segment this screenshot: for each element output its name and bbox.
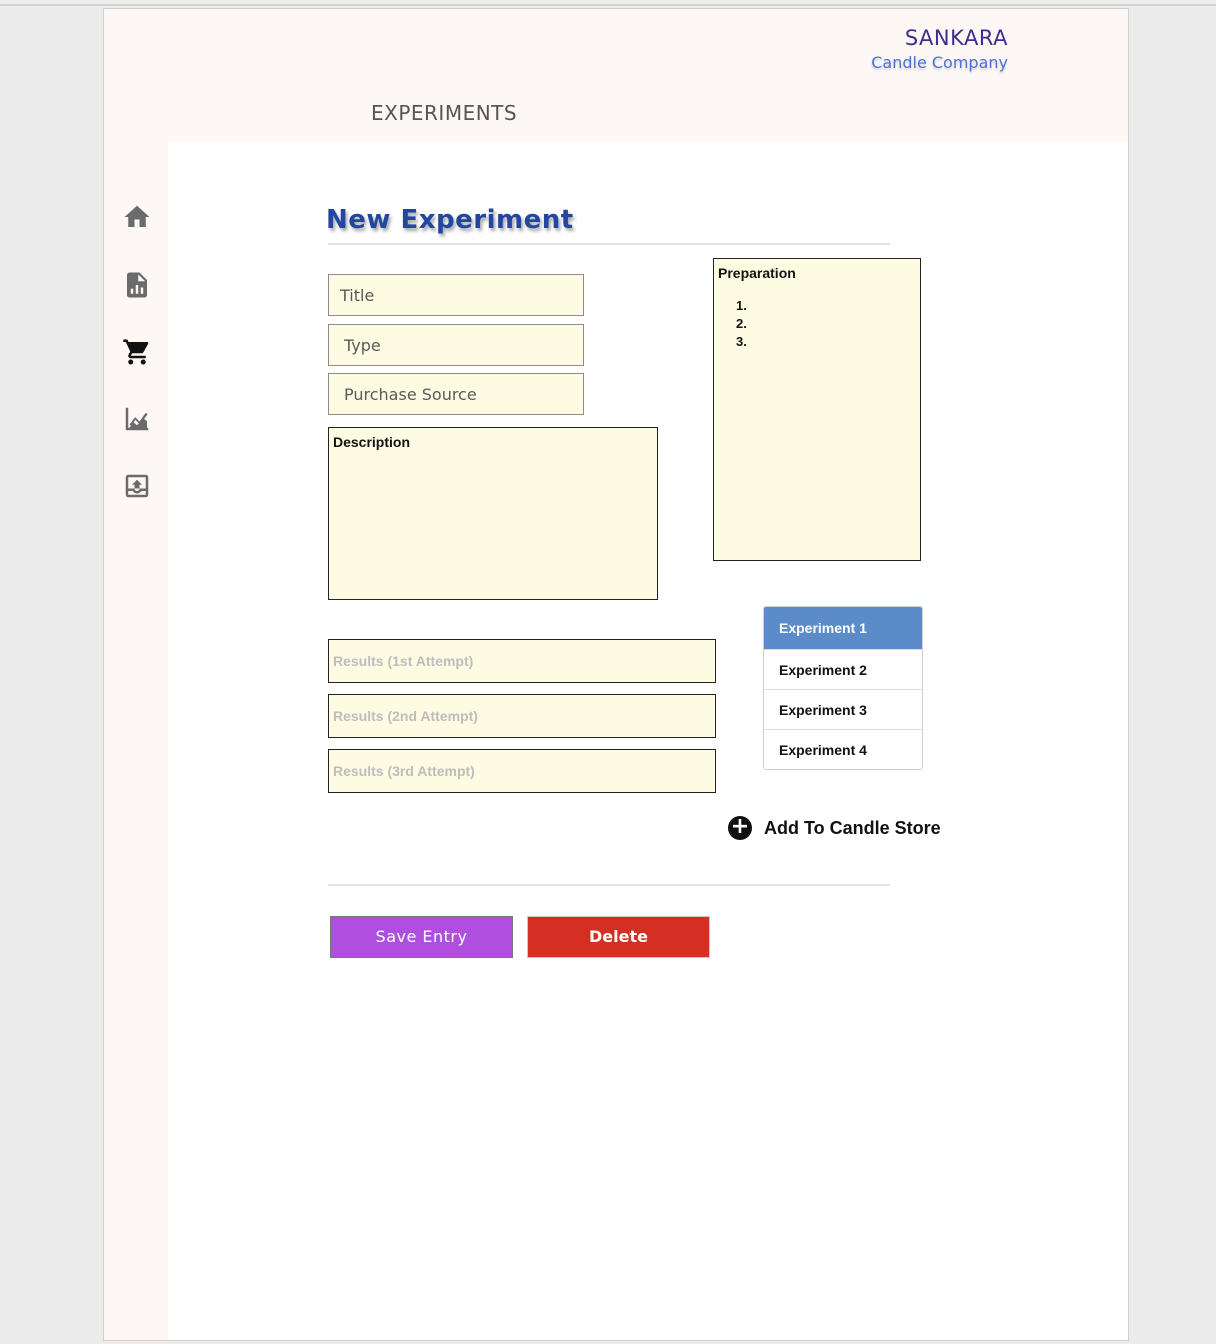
header: SANKARA Candle Company EXPERIMENTS bbox=[168, 9, 1128, 142]
section-title: EXPERIMENTS bbox=[371, 101, 518, 125]
report-icon[interactable] bbox=[122, 270, 152, 300]
save-entry-button[interactable]: Save Entry bbox=[330, 916, 513, 958]
title-field[interactable] bbox=[328, 274, 584, 316]
results-2nd-attempt-field[interactable] bbox=[328, 694, 716, 738]
sidebar bbox=[104, 9, 168, 1340]
page-title: New Experiment bbox=[326, 205, 574, 235]
results-1st-attempt-field[interactable] bbox=[328, 639, 716, 683]
brand-name: SANKARA bbox=[904, 26, 1008, 50]
type-field[interactable] bbox=[328, 324, 584, 366]
chart-icon[interactable] bbox=[122, 404, 152, 434]
add-to-candle-store-button[interactable]: + Add To Candle Store bbox=[728, 815, 941, 841]
app-frame: SANKARA Candle Company EXPERIMENTS New E… bbox=[103, 8, 1129, 1341]
preparation-label: Preparation bbox=[718, 265, 796, 281]
experiment-list-item[interactable]: Experiment 2 bbox=[764, 649, 922, 689]
results-3rd-attempt-field[interactable] bbox=[328, 749, 716, 793]
plus-circle-icon: + bbox=[728, 816, 752, 840]
experiment-list: Experiment 1 Experiment 2 Experiment 3 E… bbox=[763, 606, 923, 770]
preparation-steps: 1. 2. 3. bbox=[736, 297, 747, 351]
add-to-candle-store-label: Add To Candle Store bbox=[764, 817, 941, 838]
description-label: Description bbox=[333, 434, 411, 450]
preparation-step: 1. bbox=[736, 298, 747, 313]
preparation-textarea[interactable]: Preparation 1. 2. 3. bbox=[713, 258, 921, 561]
upload-icon[interactable] bbox=[122, 471, 152, 501]
experiment-list-item[interactable]: Experiment 1 bbox=[764, 607, 922, 649]
purchase-source-field[interactable] bbox=[328, 373, 584, 415]
window-top-border bbox=[0, 4, 1216, 6]
home-icon[interactable] bbox=[122, 202, 152, 232]
description-textarea[interactable]: Description bbox=[328, 427, 658, 600]
brand-subtitle: Candle Company bbox=[871, 53, 1008, 72]
heading-divider bbox=[328, 243, 890, 245]
footer-divider bbox=[328, 884, 890, 886]
experiment-list-item[interactable]: Experiment 3 bbox=[764, 689, 922, 729]
preparation-step: 3. bbox=[736, 334, 747, 349]
experiment-list-item[interactable]: Experiment 4 bbox=[764, 729, 922, 769]
delete-button[interactable]: Delete bbox=[527, 916, 710, 958]
preparation-step: 2. bbox=[736, 316, 747, 331]
cart-icon[interactable] bbox=[122, 337, 152, 367]
